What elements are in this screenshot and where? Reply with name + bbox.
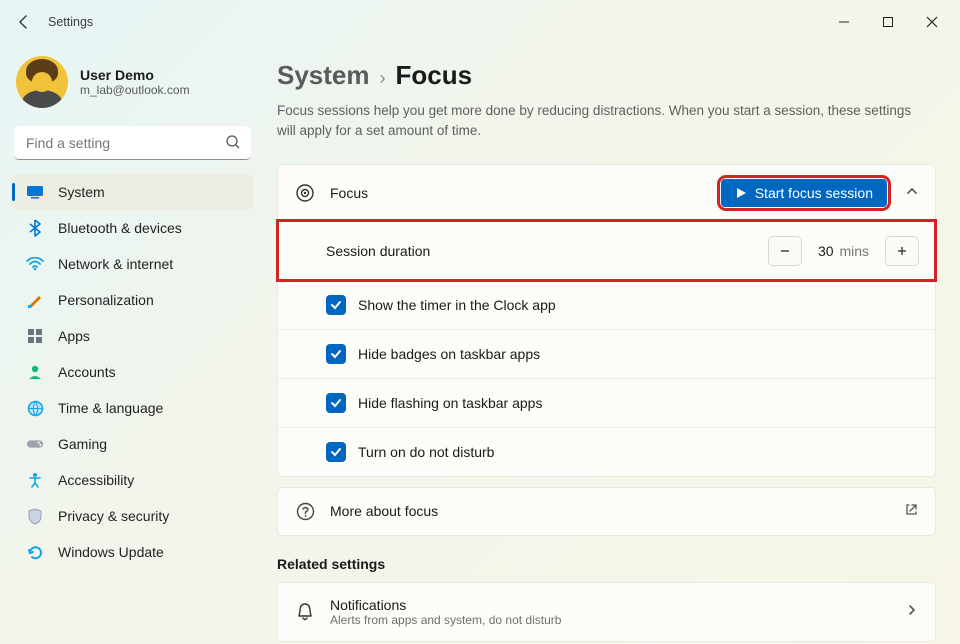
sidebar-item-accounts[interactable]: Accounts: [12, 354, 253, 390]
option-label: Hide badges on taskbar apps: [358, 346, 540, 362]
minimize-button[interactable]: [822, 7, 866, 37]
sidebar-item-gaming[interactable]: Gaming: [12, 426, 253, 462]
help-icon: [294, 502, 316, 521]
bell-icon: [294, 602, 316, 622]
minus-icon: [779, 245, 791, 257]
profile-block[interactable]: User Demo m_lab@outlook.com: [12, 50, 253, 122]
more-about-focus-card[interactable]: More about focus: [277, 487, 936, 536]
chevron-right-icon: ›: [380, 68, 386, 89]
start-focus-label: Start focus session: [755, 185, 873, 201]
session-duration-row: Session duration 30 mins: [278, 221, 935, 280]
bluetooth-icon: [26, 219, 44, 237]
chevron-right-icon: [905, 603, 919, 620]
search-input[interactable]: [14, 126, 251, 160]
sidebar-item-label: Privacy & security: [58, 508, 169, 524]
page-description: Focus sessions help you get more done by…: [277, 101, 917, 142]
sidebar-item-privacy[interactable]: Privacy & security: [12, 498, 253, 534]
globe-icon: [26, 399, 44, 417]
option-hide-flashing[interactable]: Hide flashing on taskbar apps: [278, 378, 935, 427]
focus-icon: [294, 183, 316, 203]
option-label: Hide flashing on taskbar apps: [358, 395, 542, 411]
notifications-card[interactable]: Notifications Alerts from apps and syste…: [277, 582, 936, 642]
sidebar-item-label: Apps: [58, 328, 90, 344]
personalization-icon: [26, 291, 44, 309]
checkbox-checked-icon[interactable]: [326, 442, 346, 462]
sidebar-item-label: Accessibility: [58, 472, 134, 488]
apps-icon: [26, 327, 44, 345]
window-title: Settings: [48, 15, 93, 29]
breadcrumb-parent[interactable]: System: [277, 60, 370, 91]
sidebar-item-label: Time & language: [58, 400, 163, 416]
sidebar-item-label: Windows Update: [58, 544, 164, 560]
checkbox-checked-icon[interactable]: [326, 344, 346, 364]
gaming-icon: [26, 435, 44, 453]
sidebar-item-personalization[interactable]: Personalization: [12, 282, 253, 318]
minimize-icon: [838, 16, 850, 28]
close-button[interactable]: [910, 7, 954, 37]
main-content: System › Focus Focus sessions help you g…: [263, 44, 960, 644]
sidebar-item-label: Network & internet: [58, 256, 173, 272]
arrow-left-icon: [16, 14, 32, 30]
sidebar-item-accessibility[interactable]: Accessibility: [12, 462, 253, 498]
system-icon: [26, 183, 44, 201]
sidebar-item-network[interactable]: Network & internet: [12, 246, 253, 282]
more-about-focus-label: More about focus: [330, 503, 894, 519]
sidebar-item-label: Accounts: [58, 364, 116, 380]
notifications-subtitle: Alerts from apps and system, do not dist…: [330, 613, 895, 627]
duration-increase-button[interactable]: [885, 236, 919, 266]
avatar: [16, 56, 68, 108]
chevron-up-icon[interactable]: [905, 184, 919, 201]
sidebar-item-label: Gaming: [58, 436, 107, 452]
shield-icon: [26, 507, 44, 525]
accessibility-icon: [26, 471, 44, 489]
start-focus-button[interactable]: Start focus session: [721, 179, 887, 207]
titlebar: Settings: [0, 0, 960, 44]
sidebar-item-time-language[interactable]: Time & language: [12, 390, 253, 426]
focus-header-label: Focus: [330, 185, 721, 201]
duration-value: 30 mins: [810, 243, 877, 259]
sidebar-item-apps[interactable]: Apps: [12, 318, 253, 354]
back-button[interactable]: [10, 8, 38, 36]
sidebar-item-bluetooth[interactable]: Bluetooth & devices: [12, 210, 253, 246]
update-icon: [26, 543, 44, 561]
play-icon: [735, 187, 747, 199]
plus-icon: [896, 245, 908, 257]
wifi-icon: [26, 255, 44, 273]
maximize-icon: [882, 16, 894, 28]
profile-name: User Demo: [80, 67, 190, 83]
sidebar-item-system[interactable]: System: [12, 174, 253, 210]
option-show-timer[interactable]: Show the timer in the Clock app: [278, 280, 935, 329]
nav-list: System Bluetooth & devices Network & int…: [12, 174, 253, 570]
sidebar-item-label: Bluetooth & devices: [58, 220, 182, 236]
breadcrumb: System › Focus: [277, 60, 936, 91]
search-box: [14, 126, 251, 160]
maximize-button[interactable]: [866, 7, 910, 37]
option-do-not-disturb[interactable]: Turn on do not disturb: [278, 427, 935, 476]
sidebar-item-label: Personalization: [58, 292, 154, 308]
checkbox-checked-icon[interactable]: [326, 393, 346, 413]
option-label: Turn on do not disturb: [358, 444, 494, 460]
sidebar-item-label: System: [58, 184, 105, 200]
checkbox-checked-icon[interactable]: [326, 295, 346, 315]
focus-card: Focus Start focus session Session durati…: [277, 164, 936, 477]
related-settings-heading: Related settings: [277, 556, 936, 572]
start-focus-highlight: Start focus session: [721, 179, 887, 207]
search-icon: [225, 134, 241, 153]
session-duration-label: Session duration: [326, 243, 768, 259]
accounts-icon: [26, 363, 44, 381]
page-title: Focus: [396, 60, 473, 91]
external-link-icon: [904, 502, 919, 520]
profile-email: m_lab@outlook.com: [80, 83, 190, 97]
option-label: Show the timer in the Clock app: [358, 297, 556, 313]
close-icon: [926, 16, 938, 28]
duration-decrease-button[interactable]: [768, 236, 802, 266]
focus-header-row[interactable]: Focus Start focus session: [278, 165, 935, 221]
sidebar: User Demo m_lab@outlook.com System Bluet…: [0, 44, 263, 644]
sidebar-item-windows-update[interactable]: Windows Update: [12, 534, 253, 570]
notifications-title: Notifications: [330, 597, 895, 613]
option-hide-badges[interactable]: Hide badges on taskbar apps: [278, 329, 935, 378]
